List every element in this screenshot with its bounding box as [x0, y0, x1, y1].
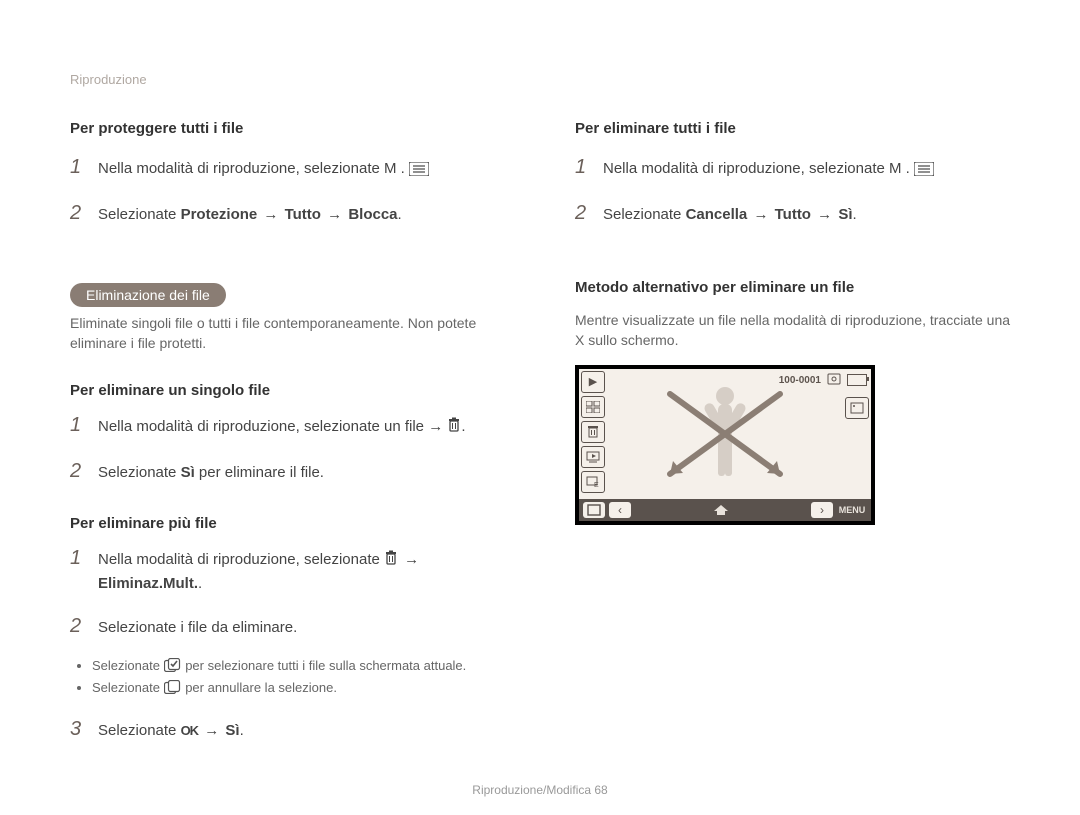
- step-number: 1: [70, 542, 88, 574]
- select-all-icon: [164, 658, 182, 672]
- lcd-right-toolbar: [845, 397, 869, 419]
- page-footer: Riproduzione/Modiﬁca 68: [0, 783, 1080, 797]
- lcd-side-toolbar: ▶ E: [581, 371, 605, 497]
- delete-one-step-2: 2 Selezionate Sì per eliminare il ﬁle.: [70, 455, 515, 487]
- menu-button[interactable]: MENU: [837, 502, 867, 518]
- step-text: Selezionate Protezione → Tutto → Blocca.: [98, 203, 515, 227]
- step-text: Nella modalità di riproduzione, selezion…: [98, 415, 515, 439]
- home-button[interactable]: [707, 502, 735, 518]
- step-text: Selezionate Cancella → Tutto → Sì.: [603, 203, 1020, 227]
- camera-lcd-mockup: ▶ E: [575, 365, 875, 525]
- breadcrumb: Riproduzione: [70, 72, 147, 87]
- step-text: Nella modalità di riproduzione, selezion…: [98, 548, 515, 596]
- right-column: Per eliminare tutti i ﬁle 1 Nella modali…: [575, 120, 1020, 759]
- step-number: 3: [70, 713, 88, 745]
- prev-button[interactable]: ‹: [609, 502, 631, 518]
- step-number: 1: [70, 409, 88, 441]
- delete-section-pill: Eliminazione dei ﬁle: [70, 283, 226, 307]
- info-button[interactable]: [583, 502, 605, 518]
- delete-many-step-1: 1 Nella modalità di riproduzione, selezi…: [70, 542, 515, 596]
- delete-section-body: Eliminate singoli ﬁle o tutti i ﬁle cont…: [70, 313, 515, 354]
- protect-step-2: 2 Selezionate Protezione → Tutto → Blocc…: [70, 197, 515, 229]
- step-number: 2: [70, 455, 88, 487]
- protect-all-title: Per proteggere tutti i ﬁle: [70, 120, 515, 137]
- delete-all-step-1: 1 Nella modalità di riproduzione, selezi…: [575, 151, 1020, 183]
- slideshow-icon[interactable]: [581, 446, 605, 468]
- delete-one-step-1: 1 Nella modalità di riproduzione, selezi…: [70, 409, 515, 441]
- delete-many-step-2: 2 Selezionate i ﬁle da eliminare.: [70, 610, 515, 642]
- deselect-icon: [164, 680, 182, 694]
- delete-many-step-3: 3 Selezionate OK → Sì.: [70, 713, 515, 745]
- list-item: Selezionate per selezionare tutti i ﬁle …: [92, 656, 515, 677]
- delete-all-title: Per eliminare tutti i ﬁle: [575, 120, 1020, 137]
- step-text: Selezionate Sì per eliminare il ﬁle.: [98, 461, 515, 485]
- step-number: 2: [70, 610, 88, 642]
- delete-one-title: Per eliminare un singolo ﬁle: [70, 382, 515, 399]
- play-icon[interactable]: ▶: [581, 371, 605, 393]
- menu-icon: [409, 162, 429, 176]
- menu-icon: [914, 162, 934, 176]
- trash-icon: [384, 550, 398, 566]
- next-button[interactable]: ›: [811, 502, 833, 518]
- step-text: Selezionate OK → Sì.: [98, 719, 515, 743]
- trash-icon: [447, 417, 461, 433]
- alt-method-body: Mentre visualizzate un ﬁle nella modalit…: [575, 310, 1020, 351]
- frame-icon[interactable]: [845, 397, 869, 419]
- edit-icon[interactable]: E: [581, 471, 605, 493]
- delete-all-step-2: 2 Selezionate Cancella → Tutto → Sì.: [575, 197, 1020, 229]
- step-number: 1: [70, 151, 88, 183]
- battery-icon: [847, 374, 867, 386]
- step-number: 1: [575, 151, 593, 183]
- step-text: Nella modalità di riproduzione, selezion…: [98, 157, 515, 181]
- delete-many-title: Per eliminare più ﬁle: [70, 515, 515, 532]
- thumbnail-icon[interactable]: [581, 396, 605, 418]
- list-item: Selezionate per annullare la selezione.: [92, 678, 515, 699]
- lcd-bottom-bar: ‹ › MENU: [579, 499, 871, 521]
- step-text: Selezionate i ﬁle da eliminare.: [98, 616, 515, 640]
- delete-many-bullets: Selezionate per selezionare tutti i ﬁle …: [70, 656, 515, 700]
- draw-x-gesture-icon: [645, 379, 805, 489]
- left-column: Per proteggere tutti i ﬁle 1 Nella modal…: [70, 120, 515, 759]
- step-number: 2: [70, 197, 88, 229]
- alt-method-title: Metodo alternativo per eliminare un ﬁle: [575, 279, 1020, 296]
- trash-icon[interactable]: [581, 421, 605, 443]
- protect-step-1: 1 Nella modalità di riproduzione, selezi…: [70, 151, 515, 183]
- step-text: Nella modalità di riproduzione, selezion…: [603, 157, 1020, 181]
- ok-icon: OK: [181, 723, 199, 738]
- step-number: 2: [575, 197, 593, 229]
- svg-text:E: E: [594, 482, 599, 488]
